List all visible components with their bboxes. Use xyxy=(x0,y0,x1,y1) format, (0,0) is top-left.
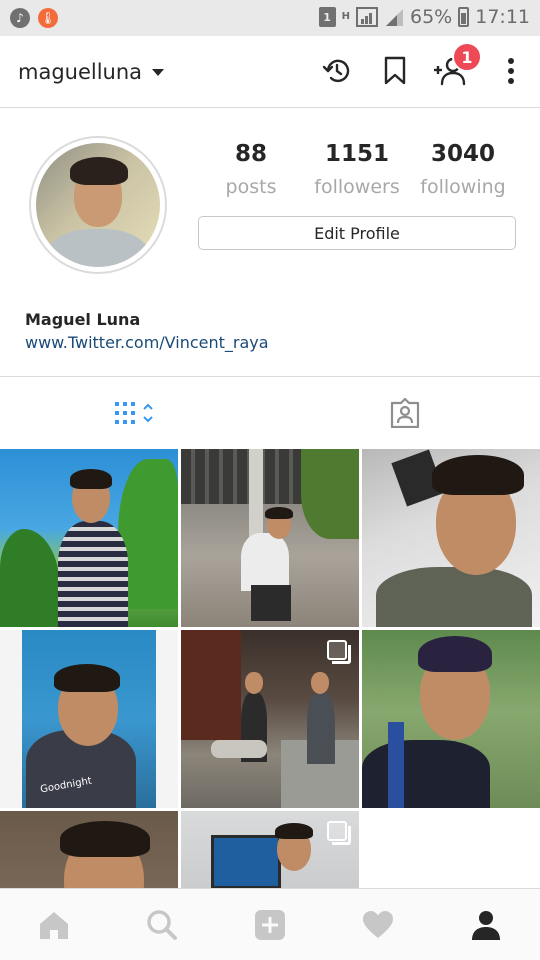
multiple-photos-icon xyxy=(327,821,351,845)
clock: 17:11 xyxy=(475,6,530,28)
profile-avatar[interactable] xyxy=(29,136,167,274)
following-stat[interactable]: 3040 following xyxy=(408,141,518,198)
website-link[interactable]: www.Twitter.com/Vincent_raya xyxy=(25,333,269,352)
status-left: ♪ 🌡 xyxy=(10,8,58,28)
followers-stat[interactable]: 1151 followers xyxy=(302,141,412,198)
chevron-down-icon xyxy=(152,68,165,76)
full-name: Maguel Luna xyxy=(25,310,141,329)
status-right: 1 H 65% 17:11 xyxy=(318,6,530,28)
post-thumbnail[interactable] xyxy=(181,811,359,889)
add-post-icon xyxy=(255,909,285,940)
multiple-photos-icon xyxy=(327,640,351,664)
bottom-nav xyxy=(0,888,540,960)
nav-activity[interactable] xyxy=(324,889,432,960)
fire-icon: 🌡 xyxy=(38,8,58,28)
posts-stat[interactable]: 88 posts xyxy=(196,141,306,198)
followers-count: 1151 xyxy=(324,141,389,167)
battery-percent: 65% xyxy=(410,6,453,28)
heart-icon xyxy=(363,910,393,938)
sim-icon: 1 xyxy=(318,7,336,27)
bookmark-icon[interactable] xyxy=(378,54,412,88)
profile-icon xyxy=(472,910,500,940)
edit-profile-button[interactable]: Edit Profile xyxy=(198,216,516,250)
tab-tagged[interactable] xyxy=(270,377,540,449)
profile-tabs xyxy=(0,376,540,449)
nav-profile[interactable] xyxy=(432,889,540,960)
username-label: maguelluna xyxy=(18,60,143,84)
battery-icon xyxy=(458,7,470,27)
post-thumbnail[interactable] xyxy=(181,449,359,627)
notification-badge: 1 xyxy=(452,42,482,72)
history-icon[interactable] xyxy=(320,54,354,88)
post-thumbnail[interactable] xyxy=(362,449,540,627)
following-count: 3040 xyxy=(430,141,495,167)
posts-count: 88 xyxy=(234,141,267,167)
post-thumbnail[interactable] xyxy=(362,630,540,808)
signal-icon xyxy=(356,7,378,27)
network-type-label: H xyxy=(341,11,350,22)
post-thumbnail[interactable] xyxy=(181,630,359,808)
home-icon xyxy=(40,911,68,939)
post-thumbnail[interactable]: Goodnight xyxy=(0,630,178,808)
following-label: following xyxy=(420,176,506,198)
tab-grid[interactable] xyxy=(0,377,270,449)
status-bar: ♪ 🌡 1 H 65% 17:11 xyxy=(0,0,540,36)
search-icon xyxy=(147,909,177,940)
tagged-person-icon xyxy=(390,398,420,428)
post-thumbnail[interactable] xyxy=(0,449,178,627)
grid-icon xyxy=(115,402,153,424)
more-icon[interactable] xyxy=(494,54,528,88)
posts-label: posts xyxy=(225,176,277,198)
signal-strength-icon xyxy=(386,9,403,26)
nav-home[interactable] xyxy=(0,889,108,960)
nav-search[interactable] xyxy=(108,889,216,960)
nav-add-post[interactable] xyxy=(216,889,324,960)
account-switcher[interactable]: maguelluna xyxy=(18,60,165,84)
music-icon: ♪ xyxy=(10,8,30,28)
post-thumbnail[interactable] xyxy=(0,811,178,889)
posts-grid: Goodnight xyxy=(0,449,540,889)
avatar xyxy=(36,143,160,267)
followers-label: followers xyxy=(314,176,400,198)
